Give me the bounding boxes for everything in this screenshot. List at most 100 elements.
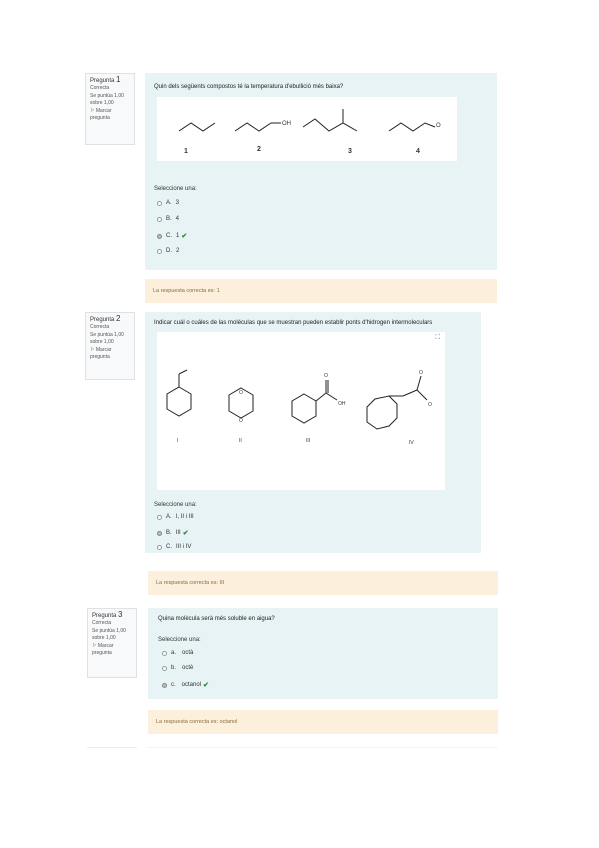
question-state: Correcta — [90, 323, 110, 330]
question-image: ⛶ O O O OH O O I II III IV — [157, 332, 445, 490]
question-score: Se puntúa 1,00 sobre 1,00 — [92, 628, 126, 641]
option-c[interactable]: C. 1 ✔ — [157, 232, 187, 240]
o-label: O — [239, 418, 243, 424]
molecule-iii-bond — [315, 392, 327, 402]
check-icon: ✔ — [181, 233, 188, 240]
figure-label-2: 2 — [257, 146, 261, 153]
option-text: 4 — [175, 216, 180, 222]
question-number: Pregunta 3 — [92, 610, 132, 620]
next-question-top-border — [148, 747, 498, 748]
option-letter: B. — [166, 216, 172, 222]
o-label: O — [419, 370, 423, 376]
radio-icon[interactable] — [157, 514, 162, 520]
question-info-2: Pregunta 2 Correcta Se puntúa 1,00 sobre… — [85, 312, 135, 380]
molecules-figure: OH O 1 2 3 4 — [178, 109, 441, 155]
check-icon: ✔ — [182, 530, 189, 537]
option-d[interactable]: D. 2 — [157, 248, 179, 254]
molecule-iii-oh-bond — [325, 392, 338, 401]
figure-label-3: 3 — [348, 148, 352, 155]
option-c[interactable]: c. octanol ✔ — [162, 681, 209, 689]
question-score: Se puntúa 1,00 sobre 1,00 — [90, 332, 124, 345]
question-content-3: Quina molècula serà més soluble en aigua… — [148, 608, 498, 699]
option-a[interactable]: a. octà — [162, 650, 193, 656]
question-number-value: 2 — [116, 314, 121, 323]
molecule-4 — [388, 122, 436, 132]
flag-icon: ⚐ — [92, 643, 97, 649]
question-number: Pregunta 1 — [90, 76, 130, 85]
molecule-iv-bond3 — [416, 389, 428, 401]
radio-icon[interactable] — [157, 530, 162, 536]
molecule-i — [166, 386, 192, 417]
option-text: 2 — [176, 248, 180, 254]
option-text: octanol — [181, 682, 202, 688]
molecule-1 — [178, 122, 216, 132]
o-label: O — [428, 402, 432, 408]
question-number: Pregunta 2 — [90, 314, 130, 324]
figure-label-1: 1 — [184, 148, 188, 155]
radio-icon[interactable] — [157, 216, 162, 222]
option-letter: B. — [166, 530, 172, 536]
question-state: Correcta — [90, 84, 110, 91]
option-c[interactable]: C. III i IV — [157, 544, 191, 550]
feedback-2: La respuesta correcta es: III — [148, 571, 498, 595]
molecule-iii — [291, 393, 317, 424]
radio-icon[interactable] — [157, 233, 162, 239]
answer-prompt: Seleccione una: — [154, 502, 197, 508]
answer-prompt: Seleccione una: — [158, 637, 201, 643]
figure-label-iv: IV — [409, 440, 414, 446]
option-text: I, II i III — [175, 514, 194, 520]
molecule-iv-bond2 — [402, 389, 418, 397]
question-info-3: Pregunta 3 Correcta Se puntúa 1,00 sobre… — [87, 608, 137, 678]
molecule-iv-co — [416, 375, 422, 391]
option-letter: C. — [166, 233, 172, 239]
check-icon: ✔ — [203, 682, 209, 689]
feedback-3: La respuesta correcta es: octanol — [148, 710, 498, 734]
radio-icon[interactable] — [162, 650, 167, 656]
question-info-1: Pregunta 1 Correcta Se puntúa 1,00 sobre… — [85, 73, 135, 145]
flag-icon: ⚐ — [90, 347, 95, 353]
figure-label-iii: III — [306, 438, 310, 444]
flag-label: Marcar pregunta — [92, 643, 114, 656]
oh-label: OH — [282, 121, 291, 127]
question-image: OH O 1 2 3 4 — [157, 97, 457, 161]
radio-icon[interactable] — [157, 200, 162, 206]
question-number-value: 3 — [118, 610, 123, 619]
option-text: III i IV — [176, 544, 192, 550]
flag-question-link[interactable]: ⚐ Marcar pregunta — [90, 108, 130, 121]
feedback-1: La respuesta correcta es: 1 — [145, 279, 497, 303]
option-b[interactable]: B. 4 — [157, 216, 179, 222]
expand-icon[interactable]: ⛶ — [435, 334, 440, 342]
option-letter: a. — [171, 650, 177, 656]
question-state: Correcta — [92, 619, 112, 626]
radio-icon[interactable] — [157, 544, 162, 550]
question-label: Pregunta — [92, 613, 117, 619]
radio-icon[interactable] — [157, 248, 162, 254]
option-text: III — [175, 530, 181, 536]
next-question-separator — [87, 747, 137, 748]
option-b[interactable]: B. III ✔ — [157, 529, 189, 537]
option-text: 3 — [175, 200, 180, 206]
o-label: O — [324, 373, 328, 379]
answer-prompt: Seleccione una: — [154, 186, 197, 192]
o-label: O — [239, 390, 243, 396]
option-letter: C. — [166, 544, 172, 550]
option-a[interactable]: A. 3 — [157, 200, 179, 206]
question-score: Se puntúa 1,00 sobre 1,00 — [90, 93, 124, 106]
question-text: Quina molècula serà més soluble en aigua… — [158, 616, 275, 622]
molecule-i-methyl-end — [178, 369, 188, 375]
figure-label-i: I — [177, 438, 178, 444]
option-letter: A. — [166, 514, 172, 520]
option-letter: b. — [171, 665, 177, 671]
option-text: octà — [182, 650, 194, 656]
figure-label-ii: II — [239, 438, 242, 444]
flag-question-link[interactable]: ⚐ Marcar pregunta — [90, 347, 130, 360]
radio-icon[interactable] — [162, 682, 167, 688]
option-letter: D. — [166, 248, 172, 254]
flag-question-link[interactable]: ⚐ Marcar pregunta — [92, 643, 132, 656]
figure-label-4: 4 — [416, 148, 420, 155]
o-label: O — [436, 123, 441, 129]
molecule-3-chain — [302, 118, 358, 132]
option-b[interactable]: b. octè — [162, 665, 193, 671]
option-a[interactable]: A. I, II i III — [157, 514, 194, 520]
radio-icon[interactable] — [162, 665, 167, 671]
